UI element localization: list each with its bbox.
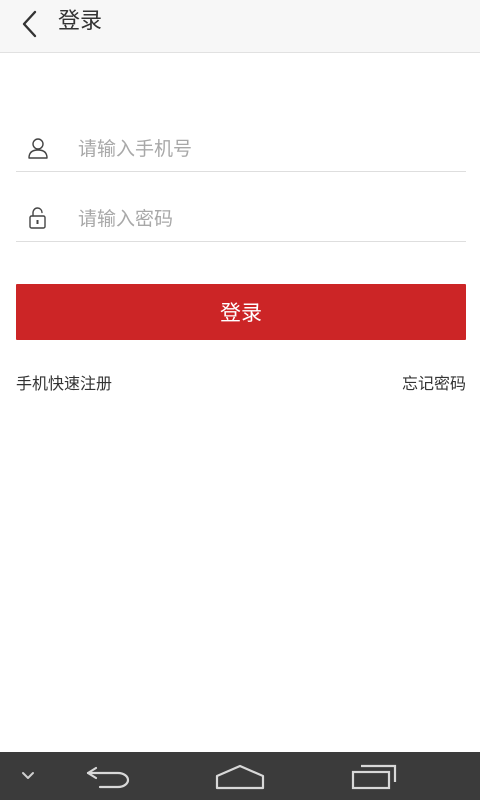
nav-home-button[interactable] [210, 752, 270, 800]
nav-recent-apps-button[interactable] [344, 752, 404, 800]
recent-apps-icon [351, 764, 397, 790]
home-icon [215, 764, 265, 790]
system-navbar [0, 752, 480, 800]
login-screen: 登录 登录 手机快速注册 忘记密码 [0, 0, 480, 800]
forgot-password-link[interactable]: 忘记密码 [402, 372, 466, 396]
quick-register-link[interactable]: 手机快速注册 [16, 372, 112, 396]
user-icon [28, 138, 48, 159]
back-arrow-icon [86, 766, 130, 789]
phone-input[interactable] [78, 132, 458, 166]
password-field [16, 194, 466, 242]
phone-field [16, 124, 466, 172]
unlock-icon [29, 207, 46, 229]
page-title: 登录 [58, 9, 103, 34]
back-button[interactable] [12, 6, 48, 42]
nav-hide-button[interactable] [8, 752, 48, 800]
nav-back-button[interactable] [78, 752, 138, 800]
chevron-down-icon [22, 772, 34, 779]
login-button[interactable]: 登录 [16, 284, 466, 340]
header-bar: 登录 [0, 0, 480, 53]
chevron-left-icon [22, 10, 37, 38]
password-input[interactable] [78, 202, 458, 236]
